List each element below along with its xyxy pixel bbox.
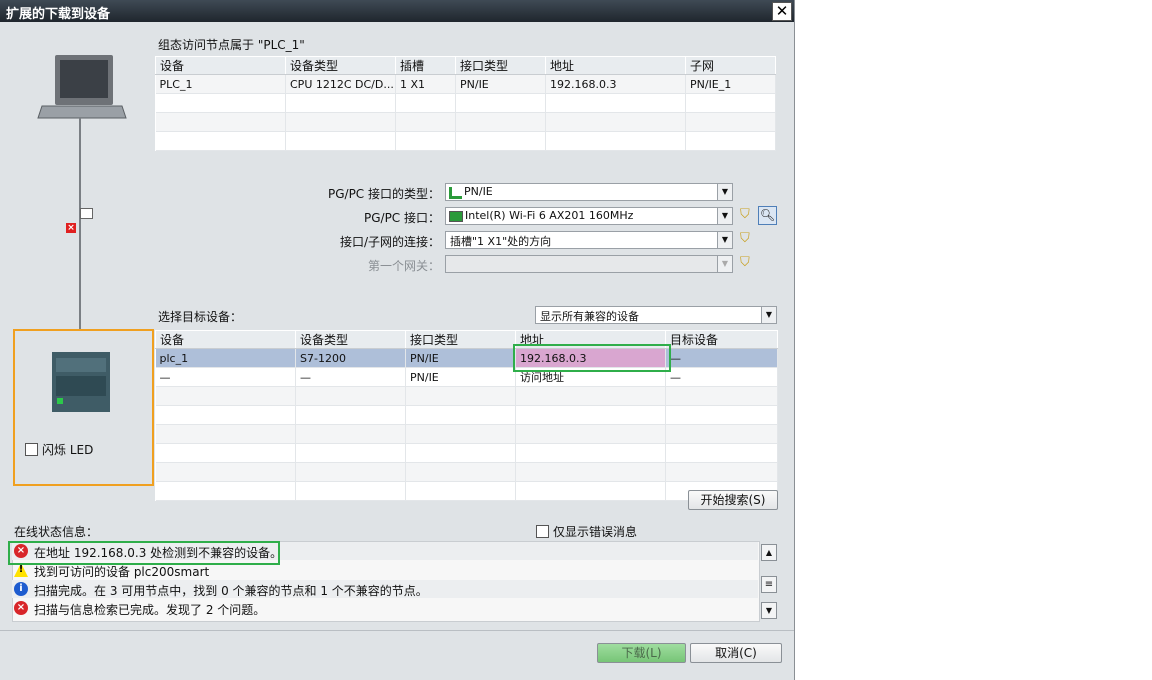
pgpc-iface-select[interactable]: Intel(R) Wi-Fi 6 AX201 160MHz ▼: [445, 207, 733, 225]
table-row: [155, 462, 778, 482]
dialog-title: 扩展的下载到设备: [6, 7, 111, 22]
cancel-button[interactable]: 取消(C): [690, 643, 782, 663]
footer-divider: [0, 630, 794, 631]
close-button[interactable]: ✕: [772, 2, 792, 21]
shield-icon[interactable]: ⛉: [740, 207, 750, 222]
col-header: 子网: [685, 56, 776, 75]
table-row: [155, 405, 778, 425]
table-cell: PN/IE_1: [685, 74, 776, 94]
shield-icon[interactable]: ⛉: [740, 231, 750, 246]
scroll-up-icon[interactable]: ▲: [761, 544, 777, 561]
chevron-down-icon[interactable]: ▼: [717, 232, 732, 248]
search-icon[interactable]: 🔍︎: [758, 206, 777, 225]
gateway-select: ▼: [445, 255, 733, 273]
config-header-row: 设备 设备类型 插槽 接口类型 地址 子网: [155, 56, 776, 75]
target-label: 选择目标设备：: [158, 310, 243, 324]
col-header: 插槽: [395, 56, 456, 75]
col-header: 设备: [155, 56, 286, 75]
error-icon: ×: [66, 223, 76, 233]
table-row[interactable]: — — PN/IE 访问地址 —: [155, 367, 778, 387]
chevron-down-icon[interactable]: ▼: [717, 208, 732, 224]
table-cell: PN/IE: [405, 348, 516, 368]
pg-laptop-icon: [37, 55, 127, 250]
network-line: [79, 120, 81, 330]
table-cell: 192.168.0.3: [545, 74, 686, 94]
table-cell: PLC_1: [155, 74, 286, 94]
table-cell: S7-1200: [295, 348, 406, 368]
pgpc-type-value: PN/IE: [464, 185, 493, 198]
table-row: [155, 481, 778, 501]
col-header: 设备类型: [285, 56, 396, 75]
error-icon: ×: [14, 601, 28, 615]
start-search-button[interactable]: 开始搜索(S): [688, 490, 778, 510]
target-filter-value: 显示所有兼容的设备: [540, 310, 639, 323]
table-cell: PN/IE: [405, 367, 516, 387]
table-cell: PN/IE: [455, 74, 546, 94]
target-filter-select[interactable]: 显示所有兼容的设备 ▼: [535, 306, 777, 324]
table-row: [155, 131, 776, 151]
shield-icon[interactable]: ⛉: [740, 255, 750, 270]
scroll-thumb[interactable]: ≡: [761, 576, 777, 593]
table-row[interactable]: plc_1 S7-1200 PN/IE 192.168.0.3 —: [155, 348, 778, 368]
conn-select[interactable]: 插槽"1 X1"处的方向 ▼: [445, 231, 733, 249]
col-header: 设备: [155, 330, 296, 349]
chevron-down-icon: ▼: [717, 256, 732, 272]
warning-icon: !: [14, 563, 28, 577]
address-highlight: [513, 344, 671, 372]
table-cell: —: [665, 367, 778, 387]
config-table: 设备 设备类型 插槽 接口类型 地址 子网 PLC_1 CPU 1212C DC…: [155, 56, 776, 151]
download-button[interactable]: 下载(L): [597, 643, 686, 663]
pgpc-iface-value: Intel(R) Wi-Fi 6 AX201 160MHz: [465, 209, 634, 222]
message-text: 找到可访问的设备 plc200smart: [34, 565, 210, 579]
gateway-label: 第一个网关：: [367, 259, 440, 273]
table-row: [155, 112, 776, 132]
config-heading: 组态访问节点属于 "PLC_1": [158, 38, 305, 52]
target-table: 设备 设备类型 接口类型 地址 目标设备 plc_1 S7-1200 PN/IE…: [155, 330, 778, 501]
message-text: 扫描完成。在 3 可用节点中，找到 0 个兼容的节点和 1 个不兼容的节点。: [34, 584, 428, 598]
conn-value: 插槽"1 X1"处的方向: [450, 235, 552, 248]
message-text: 扫描与信息检索已完成。发现了 2 个问题。: [34, 603, 266, 617]
status-label: 在线状态信息：: [14, 525, 99, 539]
table-cell: —: [665, 348, 778, 368]
col-header: 接口类型: [455, 56, 546, 75]
pgpc-type-select[interactable]: PN/IE ▼: [445, 183, 733, 201]
table-row: [155, 424, 778, 444]
flash-led-label: 闪烁 LED: [42, 443, 94, 457]
info-icon: i: [14, 582, 28, 596]
download-dialog: 扩展的下载到设备 ✕ × 闪烁 LED 组态访问节点属于 "PLC_1" 设备 …: [0, 0, 795, 680]
target-header-row: 设备 设备类型 接口类型 地址 目标设备: [155, 330, 778, 349]
port-icon: [80, 208, 93, 219]
table-row: [155, 386, 778, 406]
flash-led-checkbox[interactable]: [25, 443, 38, 456]
plc-device-icon: [52, 352, 110, 412]
table-cell: CPU 1212C DC/D...: [285, 74, 396, 94]
title-bar: 扩展的下载到设备 ✕: [0, 0, 794, 22]
table-row: [155, 93, 776, 113]
col-header: 设备类型: [295, 330, 406, 349]
status-message[interactable]: i 扫描完成。在 3 可用节点中，找到 0 个兼容的节点和 1 个不兼容的节点。: [12, 580, 758, 598]
col-header: 目标设备: [665, 330, 778, 349]
status-message[interactable]: × 扫描与信息检索已完成。发现了 2 个问题。: [12, 599, 758, 617]
table-row: [155, 443, 778, 463]
col-header: 地址: [545, 56, 686, 75]
errors-only-checkbox[interactable]: [536, 525, 549, 538]
pgpc-type-label: PG/PC 接口的类型：: [327, 187, 440, 201]
message-highlight: [8, 541, 280, 565]
table-cell: plc_1: [155, 348, 296, 368]
table-row[interactable]: PLC_1 CPU 1212C DC/D... 1 X1 PN/IE 192.1…: [155, 74, 776, 94]
network-card-icon: [449, 211, 463, 222]
pgpc-iface-label: PG/PC 接口：: [363, 211, 440, 225]
table-cell: —: [295, 367, 406, 387]
errors-only-label: 仅显示错误消息: [553, 525, 638, 539]
network-icon: [449, 187, 462, 199]
chevron-down-icon[interactable]: ▼: [761, 307, 776, 323]
table-cell: 1 X1: [395, 74, 456, 94]
col-header: 接口类型: [405, 330, 516, 349]
table-cell: —: [155, 367, 296, 387]
chevron-down-icon[interactable]: ▼: [717, 184, 732, 200]
scroll-down-icon[interactable]: ▼: [761, 602, 777, 619]
conn-label: 接口/子网的连接：: [339, 235, 440, 249]
